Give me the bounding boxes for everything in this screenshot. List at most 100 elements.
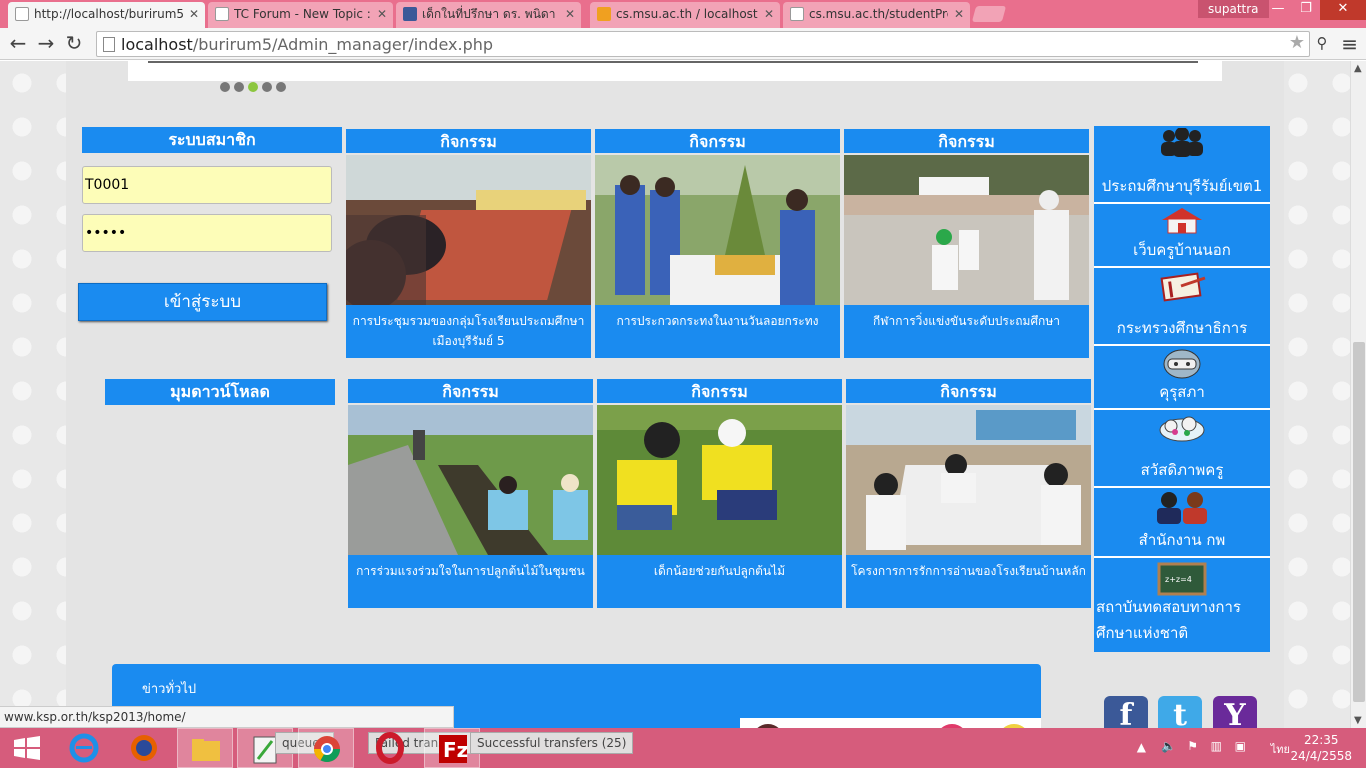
activity-card-title: กิจกรรม — [597, 379, 842, 405]
firefox-icon[interactable] — [116, 728, 172, 768]
successful-transfers-preview: Successful transfers (25) — [470, 732, 634, 754]
sidebar-item-label: คุรุสภา — [1159, 383, 1205, 401]
page-icon — [215, 7, 229, 21]
url-text[interactable]: localhost/burirum5/Admin_manager/index.p… — [121, 35, 493, 54]
slideshow-dots — [220, 82, 286, 92]
activity-card[interactable]: กิจกรรม โครงการการรักการอ่านของโรงเรียนบ… — [846, 379, 1091, 608]
extension-icon[interactable]: ⚲ — [1310, 32, 1334, 56]
slideshow — [128, 61, 1222, 81]
ie-icon[interactable] — [56, 728, 112, 768]
sidebar-item-teacher-welfare[interactable]: สวัสดิภาพครู — [1094, 410, 1270, 488]
new-tab-button[interactable] — [971, 6, 1007, 22]
volume-icon[interactable]: 🔈 — [1161, 739, 1176, 753]
browser-toolbar: ← → ↻ localhost/burirum5/Admin_manager/i… — [0, 28, 1366, 60]
activity-photo-planting[interactable] — [348, 405, 593, 555]
login-header: ระบบสมาชิก — [82, 127, 342, 153]
status-url: www.ksp.or.th/ksp2013/home/ — [0, 706, 454, 728]
sidebar-item-kru-bannok[interactable]: เว็บครูบ้านนอก — [1094, 204, 1270, 268]
tab-localhost[interactable]: http://localhost/burirum5/ ✕ — [8, 2, 205, 28]
menu-icon[interactable]: ≡ — [1341, 32, 1358, 56]
activity-photo-running[interactable] — [844, 155, 1089, 305]
language-indicator[interactable]: ไทย — [1271, 740, 1290, 758]
password-field[interactable]: ••••• — [82, 214, 332, 252]
activity-card[interactable]: กิจกรรม เด็กน้อยช่วยกันปลูกต้นไม้ — [597, 379, 842, 608]
close-icon[interactable]: ✕ — [954, 2, 964, 26]
cloud-icon — [1159, 416, 1205, 442]
page-icon — [15, 7, 29, 21]
tab-phpmyadmin[interactable]: cs.msu.ac.th / localhost / c ✕ — [590, 2, 780, 28]
start-button[interactable] — [0, 728, 56, 768]
slide-dot[interactable] — [234, 82, 244, 92]
link-sidebar: ประถมศึกษาบุรีรัมย์เขต1 เว็บครูบ้านนอก ก… — [1094, 126, 1270, 652]
bookmark-star-icon[interactable]: ★ — [1289, 32, 1305, 53]
slide-dot[interactable] — [220, 82, 230, 92]
monitor-icon[interactable]: ▣ — [1235, 739, 1246, 753]
profile-name[interactable]: supattra — [1198, 0, 1269, 18]
sidebar-item-niets[interactable]: z+z=4 สถาบันทดสอบทางการศึกษาแห่งชาติ — [1094, 558, 1270, 652]
scroll-down-icon[interactable]: ▼ — [1354, 715, 1362, 726]
page-viewport: ระบบสมาชิก T0001 ••••• เข้าสู่ระบบ มุมดา… — [0, 61, 1350, 728]
slide-dot[interactable] — [262, 82, 272, 92]
twitter-icon[interactable]: t — [1158, 696, 1202, 728]
clock-time: 22:35 — [1303, 733, 1339, 747]
minimize-icon[interactable]: — — [1264, 0, 1292, 20]
group-icon — [1161, 128, 1203, 157]
sidebar-item-kurusapha[interactable]: คุรุสภา — [1094, 346, 1270, 410]
activity-photo-meeting[interactable] — [346, 155, 591, 305]
clock[interactable]: 22:35 24/4/2558 — [1290, 732, 1352, 764]
tab-student-project[interactable]: cs.msu.ac.th/studentProje ✕ — [783, 2, 970, 28]
flag-icon[interactable]: ⚑ — [1187, 739, 1198, 753]
page-icon — [103, 37, 115, 52]
close-icon[interactable]: ✕ — [189, 2, 199, 26]
facebook-icon[interactable]: f — [1104, 696, 1148, 728]
sidebar-item-label: กระทรวงศึกษาธิการ — [1116, 319, 1248, 337]
window-controls: — ❐ ✕ — [1264, 0, 1366, 20]
scroll-thumb[interactable] — [1353, 342, 1365, 702]
facebook-icon — [403, 7, 417, 21]
sidebar-item-ministry-education[interactable]: กระทรวงศึกษาธิการ — [1094, 268, 1270, 346]
tab-tc-forum[interactable]: TC Forum - New Topic :: ส ✕ — [208, 2, 393, 28]
close-icon[interactable]: ✕ — [377, 2, 387, 26]
svg-text:Fz: Fz — [443, 738, 468, 762]
sidebar-item-ocsc[interactable]: สำนักงาน กพ — [1094, 488, 1270, 558]
tab-facebook[interactable]: เด็กในที่ปรึกษา ดร. พนิดา ✕ — [396, 2, 581, 28]
file-explorer-icon[interactable] — [177, 728, 233, 768]
username-field[interactable]: T0001 — [82, 166, 332, 204]
opera-icon[interactable] — [362, 728, 418, 768]
tray-arrow-icon[interactable]: ▲ — [1137, 740, 1146, 754]
slide-dot-active[interactable] — [248, 82, 258, 92]
phpmyadmin-icon — [597, 7, 611, 21]
scroll-up-icon[interactable]: ▲ — [1354, 63, 1362, 74]
activity-caption: เด็กน้อยช่วยกันปลูกต้นไม้ — [653, 564, 786, 578]
activity-card[interactable]: กิจกรรม กีฬาการวิ่งแข่งขันระดับประถมศึกษ… — [844, 129, 1089, 358]
sidebar-item-burirum-primary[interactable]: ประถมศึกษาบุรีรัมย์เขต1 — [1094, 126, 1270, 204]
house-icon — [1162, 208, 1202, 234]
slide-dot[interactable] — [276, 82, 286, 92]
activity-card-title: กิจกรรม — [846, 379, 1091, 405]
activity-card[interactable]: กิจกรรม การประชุมรวมของกลุ่มโรงเรียนประถ… — [346, 129, 591, 358]
activity-photo-kids-planting[interactable] — [597, 405, 842, 555]
activity-card-title: กิจกรรม — [595, 129, 840, 155]
close-icon[interactable]: ✕ — [764, 2, 774, 26]
address-bar[interactable]: localhost/burirum5/Admin_manager/index.p… — [96, 31, 1310, 57]
yahoo-icon[interactable]: Y — [1213, 696, 1257, 728]
network-icon[interactable]: ▥ — [1211, 739, 1222, 753]
activity-photo-reading[interactable] — [846, 405, 1091, 555]
activity-card-title: กิจกรรม — [348, 379, 593, 405]
forward-icon[interactable]: → — [34, 32, 58, 56]
activity-card-title: กิจกรรม — [844, 129, 1089, 155]
activity-caption: การประกวดกระทงในงานวันลอยกระทง — [616, 314, 819, 328]
maximize-icon[interactable]: ❐ — [1292, 0, 1320, 20]
sidebar-item-label: สวัสดิภาพครู — [1140, 461, 1224, 479]
back-icon[interactable]: ← — [6, 32, 30, 56]
activity-card[interactable]: กิจกรรม การประกวดกระทงในงานวันลอยกระทง — [595, 129, 840, 358]
close-window-icon[interactable]: ✕ — [1320, 0, 1366, 20]
chrome-icon[interactable] — [298, 728, 354, 768]
activity-photo-krathong[interactable] — [595, 155, 840, 305]
sidebar-item-label: ประถมศึกษาบุรีรัมย์เขต1 — [1101, 177, 1263, 195]
close-icon[interactable]: ✕ — [565, 2, 575, 26]
login-button[interactable]: เข้าสู่ระบบ — [78, 283, 327, 321]
activity-card[interactable]: กิจกรรม การร่วมแรงร่วมใจในการปลูกต้นไม้ใ… — [348, 379, 593, 608]
page-scrollbar[interactable]: ▲ ▼ — [1350, 61, 1366, 728]
reload-icon[interactable]: ↻ — [62, 32, 86, 56]
